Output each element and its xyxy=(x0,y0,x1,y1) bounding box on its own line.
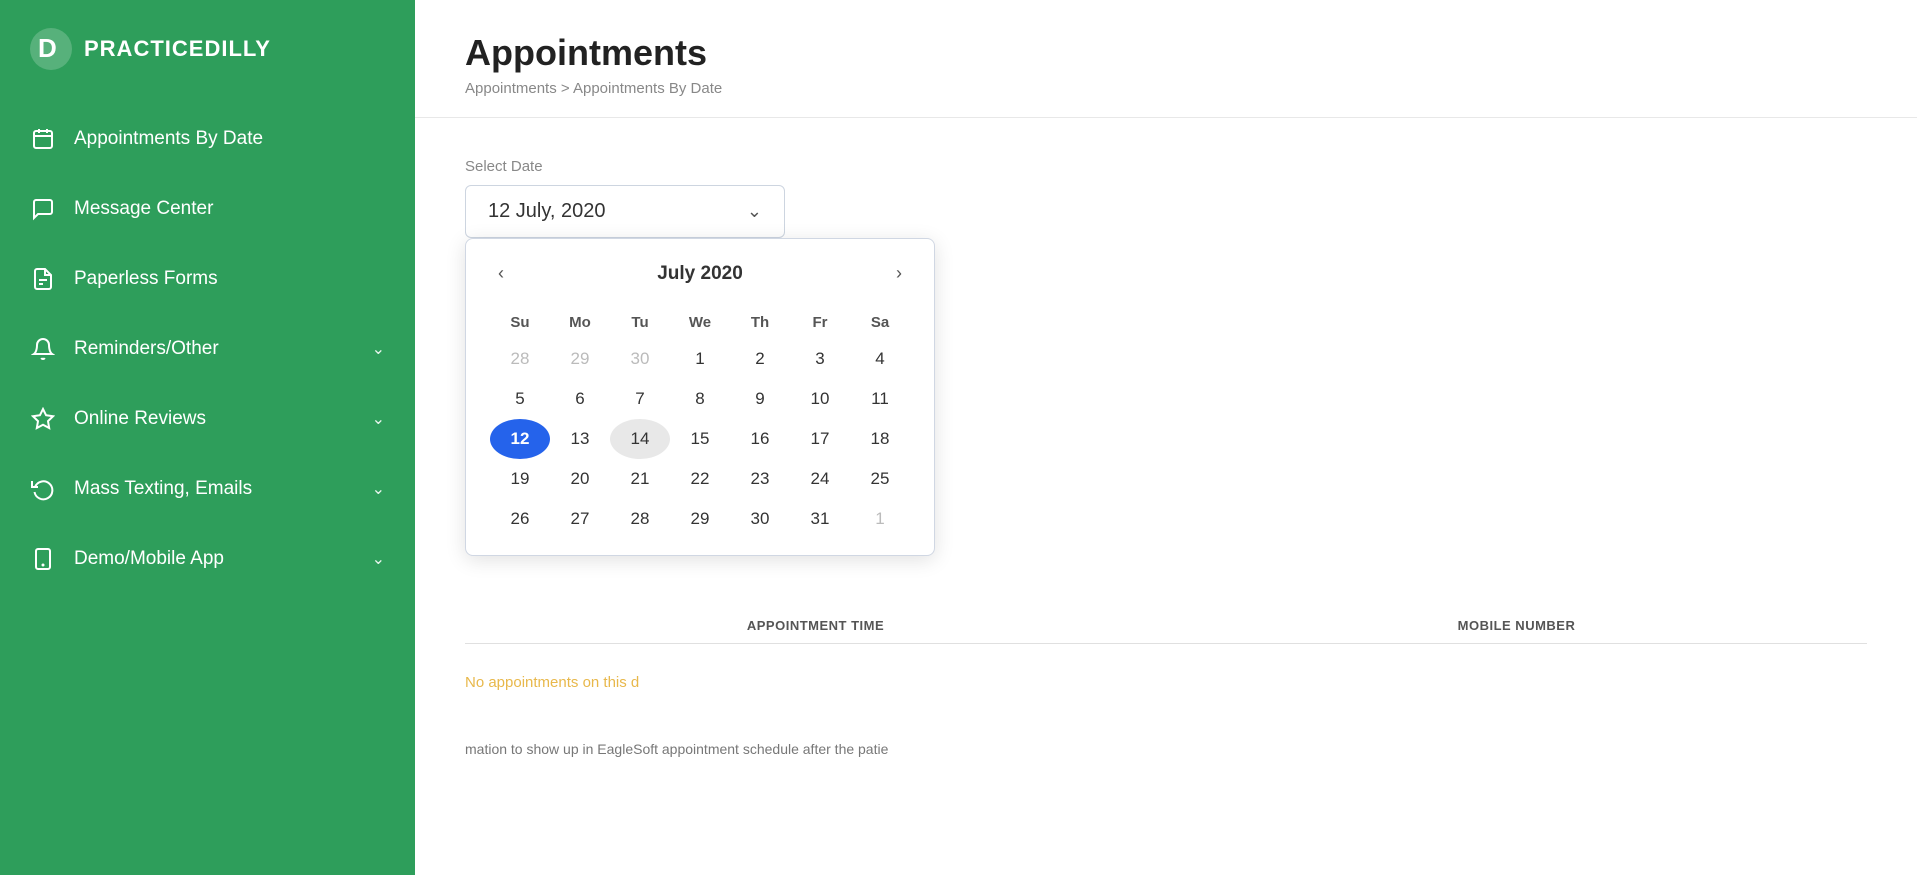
sidebar-item-label: Demo/Mobile App xyxy=(74,548,224,570)
sidebar-item-online-reviews[interactable]: Online Reviews ⌄ xyxy=(0,384,415,454)
breadcrumb: Appointments > Appointments By Date xyxy=(465,80,1867,97)
star-icon xyxy=(30,406,56,432)
calendar-day[interactable]: 2 xyxy=(730,339,790,379)
calendar-day[interactable]: 1 xyxy=(670,339,730,379)
sidebar-item-label: Online Reviews xyxy=(74,408,206,430)
sidebar-item-mass-texting[interactable]: Mass Texting, Emails ⌄ xyxy=(0,454,415,524)
chevron-down-icon: ⌄ xyxy=(747,201,762,222)
select-date-label: Select Date xyxy=(465,158,1867,175)
calendar-grid: Su Mo Tu We Th Fr Sa 2829301234567891011… xyxy=(490,306,910,539)
appointments-table-area: APPOINTMENT TIME MOBILE NUMBER No appoin… xyxy=(465,618,1867,757)
calendar-day[interactable]: 25 xyxy=(850,459,910,499)
sidebar-item-label: Paperless Forms xyxy=(74,268,218,290)
calendar-day[interactable]: 28 xyxy=(490,339,550,379)
calendar-header: ‹ July 2020 › xyxy=(490,259,910,288)
col-mobile-number: MOBILE NUMBER xyxy=(1166,618,1867,633)
main-content: Appointments Appointments > Appointments… xyxy=(415,0,1917,875)
refresh-icon xyxy=(30,476,56,502)
page-title: Appointments xyxy=(465,32,1867,74)
next-month-button[interactable]: › xyxy=(888,259,910,288)
sidebar-nav: Appointments By Date Message Center xyxy=(0,94,415,604)
calendar-day[interactable]: 26 xyxy=(490,499,550,539)
sidebar-item-label: Mass Texting, Emails xyxy=(74,478,252,500)
app-name: PRACTICEDILLY xyxy=(84,36,271,62)
no-appointments-message: No appointments on this d xyxy=(465,654,1867,711)
date-picker-trigger[interactable]: 12 July, 2020 ⌄ xyxy=(465,185,785,238)
calendar-day[interactable]: 30 xyxy=(610,339,670,379)
sidebar-item-label: Message Center xyxy=(74,198,213,220)
calendar-month-year: July 2020 xyxy=(657,263,743,285)
calendar-day[interactable]: 17 xyxy=(790,419,850,459)
calendar-day[interactable]: 29 xyxy=(550,339,610,379)
calendar-day[interactable]: 16 xyxy=(730,419,790,459)
sidebar-item-paperless-forms[interactable]: Paperless Forms xyxy=(0,244,415,314)
day-header-mo: Mo xyxy=(550,306,610,339)
sidebar-item-appointments-by-date[interactable]: Appointments By Date xyxy=(0,104,415,174)
main-body: Select Date 12 July, 2020 ⌄ ‹ July 2020 … xyxy=(415,118,1917,875)
calendar-dropdown: ‹ July 2020 › Su Mo Tu We Th Fr Sa xyxy=(465,238,935,556)
calendar-day[interactable]: 23 xyxy=(730,459,790,499)
chevron-down-icon: ⌄ xyxy=(372,409,385,429)
logo-icon: D xyxy=(30,28,72,70)
calendar-day[interactable]: 28 xyxy=(610,499,670,539)
calendar-day[interactable]: 14 xyxy=(610,419,670,459)
calendar-day[interactable]: 6 xyxy=(550,379,610,419)
sidebar: D PRACTICEDILLY Appointments By Date xyxy=(0,0,415,875)
calendar-day[interactable]: 27 xyxy=(550,499,610,539)
calendar-day[interactable]: 13 xyxy=(550,419,610,459)
day-header-fr: Fr xyxy=(790,306,850,339)
calendar-day[interactable]: 1 xyxy=(850,499,910,539)
day-header-sa: Sa xyxy=(850,306,910,339)
day-header-th: Th xyxy=(730,306,790,339)
chat-icon xyxy=(30,196,56,222)
sidebar-item-demo-mobile[interactable]: Demo/Mobile App ⌄ xyxy=(0,524,415,594)
calendar-day[interactable]: 24 xyxy=(790,459,850,499)
chevron-down-icon: ⌄ xyxy=(372,549,385,569)
table-header: APPOINTMENT TIME MOBILE NUMBER xyxy=(465,618,1867,644)
calendar-day[interactable]: 5 xyxy=(490,379,550,419)
chevron-down-icon: ⌄ xyxy=(372,339,385,359)
chevron-down-icon: ⌄ xyxy=(372,479,385,499)
day-header-su: Su xyxy=(490,306,550,339)
calendar-day[interactable]: 8 xyxy=(670,379,730,419)
phone-icon xyxy=(30,546,56,572)
prev-month-button[interactable]: ‹ xyxy=(490,259,512,288)
calendar-icon xyxy=(30,126,56,152)
day-header-tu: Tu xyxy=(610,306,670,339)
document-icon xyxy=(30,266,56,292)
calendar-day[interactable]: 20 xyxy=(550,459,610,499)
footer-note: mation to show up in EagleSoft appointme… xyxy=(465,741,1867,757)
calendar-day[interactable]: 11 xyxy=(850,379,910,419)
calendar-day[interactable]: 29 xyxy=(670,499,730,539)
day-header-we: We xyxy=(670,306,730,339)
col-appointment-time: APPOINTMENT TIME xyxy=(465,618,1166,633)
calendar-day[interactable]: 15 xyxy=(670,419,730,459)
sidebar-item-reminders-other[interactable]: Reminders/Other ⌄ xyxy=(0,314,415,384)
svg-text:D: D xyxy=(38,33,57,63)
calendar-day[interactable]: 21 xyxy=(610,459,670,499)
calendar-day[interactable]: 22 xyxy=(670,459,730,499)
calendar-day[interactable]: 3 xyxy=(790,339,850,379)
calendar-day[interactable]: 7 xyxy=(610,379,670,419)
bell-icon xyxy=(30,336,56,362)
sidebar-item-label: Reminders/Other xyxy=(74,338,219,360)
calendar-day[interactable]: 19 xyxy=(490,459,550,499)
sidebar-item-message-center[interactable]: Message Center xyxy=(0,174,415,244)
selected-date-display: 12 July, 2020 xyxy=(488,200,606,223)
calendar-day[interactable]: 4 xyxy=(850,339,910,379)
page-header: Appointments Appointments > Appointments… xyxy=(415,0,1917,118)
calendar-day[interactable]: 9 xyxy=(730,379,790,419)
sidebar-item-label: Appointments By Date xyxy=(74,128,263,150)
calendar-day[interactable]: 31 xyxy=(790,499,850,539)
logo-area: D PRACTICEDILLY xyxy=(0,0,415,94)
calendar-day[interactable]: 10 xyxy=(790,379,850,419)
calendar-day[interactable]: 12 xyxy=(490,419,550,459)
calendar-day[interactable]: 18 xyxy=(850,419,910,459)
calendar-day[interactable]: 30 xyxy=(730,499,790,539)
